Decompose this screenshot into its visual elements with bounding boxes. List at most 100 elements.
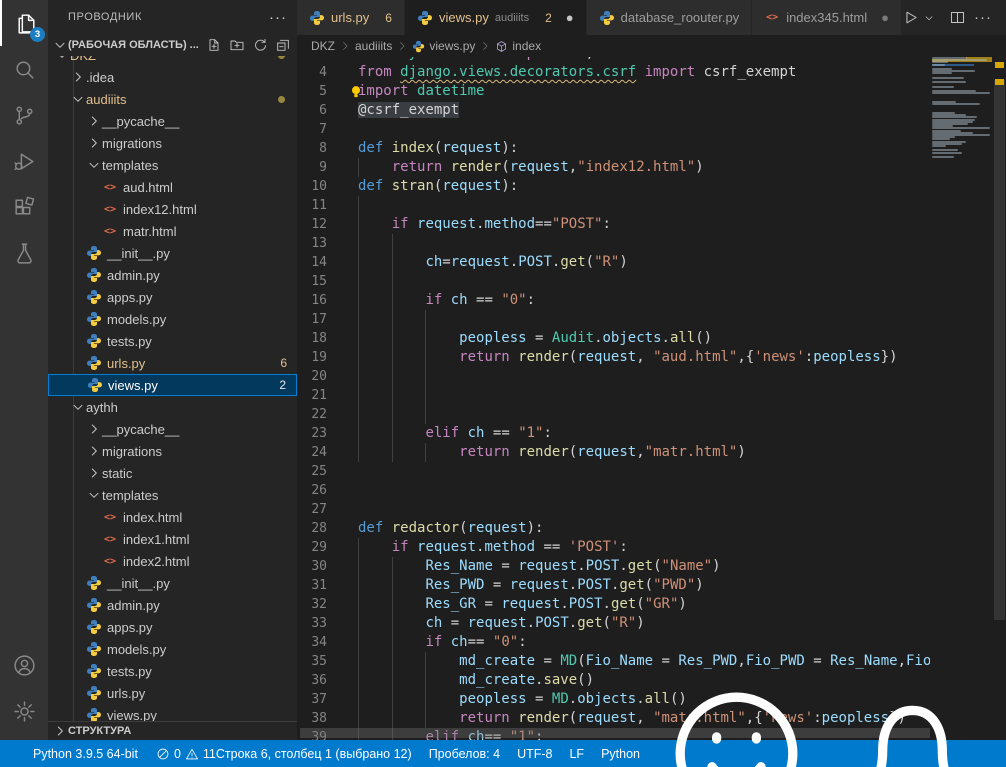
- editor-more-actions-icon[interactable]: ···: [970, 9, 996, 26]
- code-line-7[interactable]: 7: [297, 120, 930, 139]
- code-line-16[interactable]: 16 if ch == "0":: [297, 291, 930, 310]
- code-line-23[interactable]: 23 elif ch == "1":: [297, 424, 930, 443]
- tree-item-aud-html[interactable]: <>aud.html: [48, 176, 297, 198]
- dirty-indicator-icon[interactable]: ●: [566, 10, 574, 25]
- code-line-28[interactable]: 28def redactor(request):: [297, 519, 930, 538]
- tree-item-migrations[interactable]: migrations: [48, 440, 297, 462]
- tab-database-roouter-py[interactable]: database_roouter.py: [587, 0, 753, 35]
- code-line-10[interactable]: 10def stran(request):: [297, 177, 930, 196]
- breadcrumb-item-dkz[interactable]: DKZ: [311, 39, 335, 53]
- tree-item-apps-py[interactable]: apps.py: [48, 286, 297, 308]
- cursor-position-status[interactable]: Строка 6, столбец 1 (выбрано 12): [216, 747, 412, 761]
- tree-item-urls-py[interactable]: urls.py6: [48, 352, 297, 374]
- run-dropdown-icon[interactable]: [923, 12, 935, 24]
- tree-item-audiiits[interactable]: audiiits: [48, 88, 297, 110]
- vertical-scrollbar[interactable]: [993, 35, 1006, 740]
- refresh-icon[interactable]: [252, 37, 268, 53]
- code-line-22[interactable]: 22: [297, 405, 930, 424]
- code-line-29[interactable]: 29 if request.method == 'POST':: [297, 538, 930, 557]
- tree-item-admin-py[interactable]: admin.py: [48, 264, 297, 286]
- code-line-13[interactable]: 13: [297, 234, 930, 253]
- feedback-icon[interactable]: [657, 674, 816, 767]
- code-line-26[interactable]: 26: [297, 481, 930, 500]
- code-line-30[interactable]: 30 Res_Name = request.POST.get("Name"): [297, 557, 930, 576]
- tree-item-views-py[interactable]: views.py2: [48, 374, 297, 396]
- tree-item-models-py[interactable]: models.py: [48, 638, 297, 660]
- code-line-25[interactable]: 25: [297, 462, 930, 481]
- tree-item-aythh[interactable]: aythh: [48, 396, 297, 418]
- tree-item-dkz[interactable]: DKZ: [48, 56, 297, 66]
- tree-item-templates[interactable]: templates: [48, 154, 297, 176]
- new-file-icon[interactable]: [206, 37, 222, 53]
- code-line-12[interactable]: 12 if request.method=="POST":: [297, 215, 930, 234]
- tree-item-apps-py[interactable]: apps.py: [48, 616, 297, 638]
- tree-item-admin-py[interactable]: admin.py: [48, 594, 297, 616]
- split-editor-icon[interactable]: [949, 9, 966, 26]
- tree-item--init-py[interactable]: __init__.py: [48, 572, 297, 594]
- code-line-20[interactable]: 20: [297, 367, 930, 386]
- code-line-18[interactable]: 18 peopless = Audit.objects.all(): [297, 329, 930, 348]
- code-line-4[interactable]: 4from django.views.decorators.csrf impor…: [297, 63, 930, 82]
- run-button[interactable]: [902, 9, 919, 26]
- tree-item-tests-py[interactable]: tests.py: [48, 330, 297, 352]
- code-line-34[interactable]: 34 if ch== "0":: [297, 633, 930, 652]
- new-folder-icon[interactable]: [229, 37, 245, 53]
- activity-item-source-control[interactable]: [0, 92, 48, 138]
- tree-item--pycache-[interactable]: __pycache__: [48, 418, 297, 440]
- code-line-27[interactable]: 27: [297, 500, 930, 519]
- code-editor[interactable]: 3from aythh.models import MD,Audit4from …: [297, 57, 930, 740]
- activity-item-run-debug[interactable]: [0, 138, 48, 184]
- activity-item-account[interactable]: [0, 642, 48, 688]
- breadcrumb-item-views-py[interactable]: views.py: [412, 39, 475, 53]
- minimap[interactable]: [930, 57, 993, 740]
- code-line-31[interactable]: 31 Res_PWD = request.POST.get("PWD"): [297, 576, 930, 595]
- tree-item--idea[interactable]: .idea: [48, 66, 297, 88]
- indentation-status[interactable]: Пробелов: 4: [429, 747, 500, 761]
- lightbulb-icon[interactable]: [349, 84, 363, 99]
- bell-icon[interactable]: [833, 674, 992, 767]
- code-line-24[interactable]: 24 return render(request,"matr.html"): [297, 443, 930, 462]
- code-line-21[interactable]: 21: [297, 386, 930, 405]
- dirty-indicator-icon[interactable]: ●: [881, 10, 889, 25]
- code-line-6[interactable]: 6@csrf_exempt: [297, 101, 930, 120]
- activity-item-testing[interactable]: [0, 230, 48, 276]
- tree-item-index1-html[interactable]: <>index1.html: [48, 528, 297, 550]
- breadcrumb-item-audiiits[interactable]: audiiits: [355, 39, 392, 53]
- scrollbar-slider[interactable]: [994, 80, 1005, 620]
- tree-item-models-py[interactable]: models.py: [48, 308, 297, 330]
- python-interpreter-status[interactable]: Python 3.9.5 64-bit: [33, 747, 138, 761]
- code-line-11[interactable]: 11: [297, 196, 930, 215]
- tree-item-migrations[interactable]: migrations: [48, 132, 297, 154]
- encoding-status[interactable]: UTF-8: [517, 747, 552, 761]
- collapse-all-icon[interactable]: [275, 37, 291, 53]
- tree-item--init-py[interactable]: __init__.py: [48, 242, 297, 264]
- tree-item-index2-html[interactable]: <>index2.html: [48, 550, 297, 572]
- code-line-17[interactable]: 17: [297, 310, 930, 329]
- code-line-5[interactable]: 5import datetime: [297, 82, 930, 101]
- tree-item-matr-html[interactable]: <>matr.html: [48, 220, 297, 242]
- tree-item-index-html[interactable]: <>index.html: [48, 506, 297, 528]
- tab-urls-py[interactable]: urls.py6: [297, 0, 405, 35]
- eol-status[interactable]: LF: [569, 747, 584, 761]
- activity-item-search[interactable]: [0, 46, 48, 92]
- tree-item-templates[interactable]: templates: [48, 484, 297, 506]
- tree-item-static[interactable]: static: [48, 462, 297, 484]
- code-line-9[interactable]: 9 return render(request,"index12.html"): [297, 158, 930, 177]
- activity-item-settings[interactable]: [0, 688, 48, 734]
- activity-item-extensions[interactable]: [0, 184, 48, 230]
- code-line-19[interactable]: 19 return render(request, "aud.html",{'n…: [297, 348, 930, 367]
- tree-item-index12-html[interactable]: <>index12.html: [48, 198, 297, 220]
- code-line-14[interactable]: 14 ch=request.POST.get("R"): [297, 253, 930, 272]
- code-line-32[interactable]: 32 Res_GR = request.POST.get("GR"): [297, 595, 930, 614]
- code-line-15[interactable]: 15: [297, 272, 930, 291]
- language-mode-status[interactable]: Python: [601, 747, 640, 761]
- tree-item--pycache-[interactable]: __pycache__: [48, 110, 297, 132]
- code-line-8[interactable]: 8def index(request):: [297, 139, 930, 158]
- workspace-section-header[interactable]: (РАБОЧАЯ ОБЛАСТЬ) ...: [48, 34, 297, 56]
- activity-item-explorer[interactable]: 3: [0, 0, 50, 46]
- tab-index345-html[interactable]: <>index345.html●: [752, 0, 902, 35]
- breadcrumb-item-index[interactable]: index: [495, 39, 541, 53]
- code-line-33[interactable]: 33 ch = request.POST.get("R"): [297, 614, 930, 633]
- tab-views-py[interactable]: views.pyaudiiits2●: [405, 0, 587, 35]
- code-line-35[interactable]: 35 md_create = MD(Fio_Name = Res_PWD,Fio…: [297, 652, 930, 671]
